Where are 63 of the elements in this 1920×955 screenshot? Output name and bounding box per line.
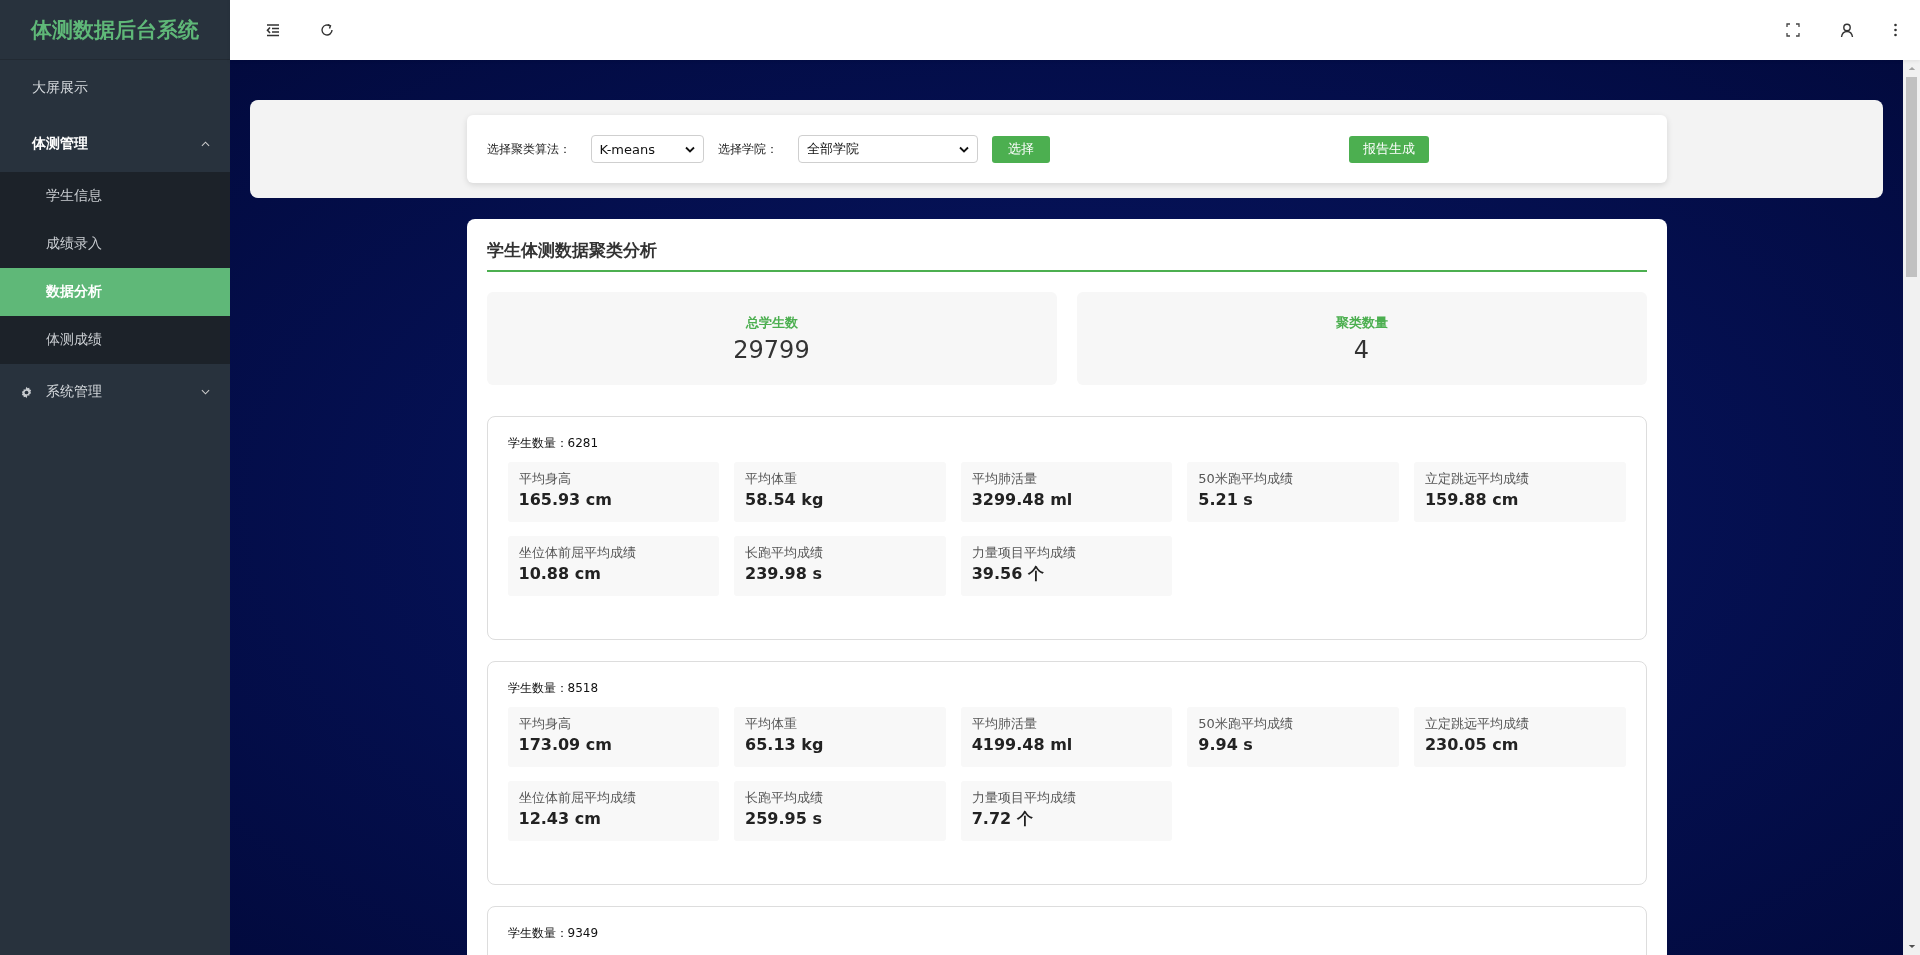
metric-label: 立定跳远平均成绩 [1424,470,1530,488]
metric-value: 5.21 s [1198,490,1254,509]
menu-item[interactable]: 大屏展示 [0,60,230,116]
metric-value: 173.09 cm [518,735,613,754]
caret-icon [958,145,969,153]
metric-label: 坐位体前屈平均成绩 [518,544,637,562]
fullscreen-icon[interactable] [1785,22,1801,38]
metric-value: 12.43 cm [518,809,602,828]
stat-value: 4 [1353,335,1370,364]
refresh-icon[interactable] [319,22,335,38]
menu-collapse-icon[interactable] [265,22,281,38]
dropdown[interactable]: 全部学院 [797,135,978,163]
metric-value: 7.72 个 [971,809,1034,830]
metric-label: 平均身高 [518,715,572,733]
metric-value: 58.54 kg [745,490,825,509]
metric-label: 立定跳远平均成绩 [1424,715,1530,733]
chevron-up-icon [201,141,210,147]
metric-value: 4199.48 ml [971,735,1074,754]
dropdown[interactable]: K-means [590,135,704,163]
metric-label: 平均肺活量 [971,715,1038,733]
stat-label: 总学生数 [745,313,798,332]
metric-label: 力量项目平均成绩 [971,544,1077,562]
metric-label: 长跑平均成绩 [745,544,825,562]
metric-value: 230.05 cm [1424,735,1520,754]
menu-item[interactable]: 系统管理 [0,364,230,420]
metric-value: 65.13 kg [745,735,825,754]
scrollbar[interactable] [1903,60,1920,955]
scroll-down-icon[interactable] [1907,944,1916,949]
metric-value: 165.93 cm [518,490,613,509]
metric-label: 长跑平均成绩 [745,789,825,807]
stat-label: 聚类数量 [1335,313,1388,332]
gear-icon [20,385,33,399]
metric-value: 39.56 个 [971,564,1045,585]
metric-label: 力量项目平均成绩 [971,789,1077,807]
metric-label: 50米跑平均成绩 [1198,715,1294,733]
metric-value: 3299.48 ml [971,490,1074,509]
student-count: 学生数量：8518 [507,680,600,697]
submenu-item[interactable]: 体测成绩 [0,316,230,364]
metric-value: 10.88 cm [518,564,602,583]
student-count: 学生数量：6281 [507,435,600,452]
student-count: 学生数量：9349 [507,925,600,942]
metric-value: 259.95 s [745,809,823,828]
stat-value: 29799 [733,335,810,364]
field-label: 选择学院： [717,140,778,158]
metric-value: 239.98 s [745,564,823,583]
submenu-item[interactable]: 成绩录入 [0,220,230,268]
metric-value: 159.88 cm [1424,490,1520,509]
field-label: 选择聚类算法： [486,140,571,158]
metric-label: 平均体重 [745,715,799,733]
more-icon[interactable] [1893,22,1898,38]
chevron-down-icon [201,389,210,395]
metric-label: 坐位体前屈平均成绩 [518,789,637,807]
section-title: 学生体测数据聚类分析 [486,239,1647,272]
metric-value: 9.94 s [1198,735,1254,754]
metric-label: 平均肺活量 [971,470,1038,488]
metric-label: 平均身高 [518,470,572,488]
caret-icon [684,145,695,153]
menu-item[interactable]: 体测管理 [0,116,230,172]
user-icon[interactable] [1839,22,1855,38]
submenu-item[interactable]: 学生信息 [0,172,230,220]
metric-label: 平均体重 [745,470,799,488]
scrollbar-thumb[interactable] [1906,77,1917,277]
metric-label: 50米跑平均成绩 [1198,470,1294,488]
